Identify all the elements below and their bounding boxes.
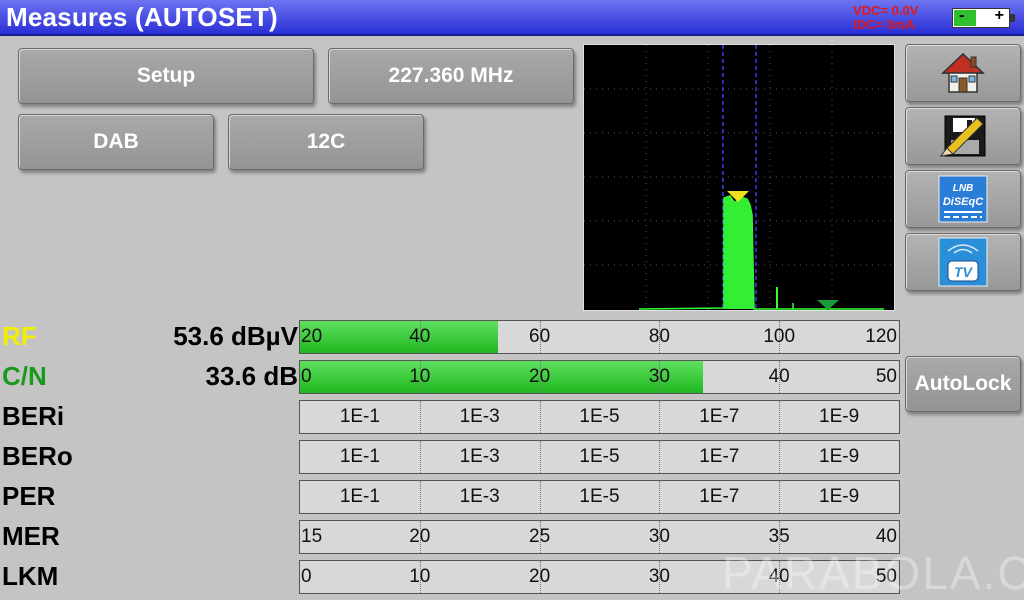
measure-bar: 0 10 20 30 40 50 — [299, 360, 900, 394]
measure-scale-label: 1E-9 — [819, 486, 860, 507]
tv-icon-label: TV — [954, 264, 974, 280]
measure-bar-gridline — [419, 481, 421, 513]
measure-scale-label: 120 — [865, 326, 897, 347]
measure-bar-gridline — [539, 401, 541, 433]
save-icon — [939, 115, 986, 157]
measure-scale-label: 40 — [768, 366, 790, 387]
measure-label-mer: MER — [2, 521, 60, 551]
measure-bar-gridline — [659, 481, 661, 513]
lnb-diseqc-button[interactable]: LNB DiSEqC — [905, 170, 1021, 228]
measure-scale-label: 60 — [529, 326, 551, 347]
measure-scale-label: 20 — [529, 366, 551, 387]
lnb-icon-line2: DiSEqC — [943, 196, 984, 208]
measure-scale-label: 35 — [768, 526, 790, 547]
measure-scale-label: 100 — [763, 326, 796, 347]
measure-scale-label: 40 — [875, 526, 897, 547]
save-button[interactable] — [905, 107, 1021, 165]
measure-label-lkm: LKM — [2, 561, 59, 591]
measure-scale-label: 30 — [648, 366, 670, 387]
measure-scale-label: 1E-7 — [699, 446, 740, 467]
measure-bar-fill — [300, 321, 498, 353]
measure-scale-label: 80 — [648, 326, 670, 347]
measure-bar-gridline — [779, 481, 781, 513]
measure-bar-gridline — [539, 441, 541, 473]
measure-scale-label: 20 — [301, 326, 323, 347]
standard-button[interactable]: DAB — [18, 114, 214, 170]
measure-scale-label: 1E-7 — [699, 486, 740, 507]
measure-scale-label: 1E-5 — [579, 406, 620, 427]
measure-scale-label: 30 — [648, 526, 670, 547]
measure-scale-label: 1E-1 — [339, 446, 380, 467]
measure-scale-label: 1E-3 — [459, 406, 500, 427]
measure-scale-label: 1E-9 — [819, 406, 860, 427]
spectrum-signal — [724, 196, 754, 309]
measure-scale-label: 20 — [529, 566, 551, 587]
measure-bar-gridline — [659, 441, 661, 473]
spectrum-graph — [584, 45, 894, 310]
idc-readout: IDC= 0mA — [853, 17, 915, 32]
channel-button[interactable]: 12C — [228, 114, 424, 170]
measure-label-per: PER — [2, 481, 56, 511]
measure-scale-label: 1E-3 — [459, 446, 500, 467]
tv-icon: TV — [938, 237, 988, 287]
measure-scale-label: 50 — [875, 366, 897, 387]
setup-button[interactable]: Setup — [18, 48, 314, 104]
measure-scale-label: 20 — [409, 526, 431, 547]
measure-value: 33.6 dB — [205, 361, 299, 391]
measure-label-beri: BERi — [2, 401, 65, 431]
power-readout: VDC= 0.0V IDC= 0mA — [853, 4, 918, 32]
spectrum-display — [583, 44, 895, 311]
battery-minus: - — [959, 7, 965, 24]
measure-scale-label: 0 — [301, 566, 312, 587]
measure-scale-label: 1E-9 — [819, 446, 860, 467]
measure-scale-label: 10 — [409, 566, 431, 587]
measure-scale-label: 1E-5 — [579, 486, 620, 507]
measure-bar-gridline — [539, 481, 541, 513]
measure-scale-label: 1E-5 — [579, 446, 620, 467]
measure-scale-label: 40 — [409, 326, 431, 347]
measure-label-rf: RF — [2, 321, 37, 351]
measure-bar-gridline — [419, 441, 421, 473]
measure-bar: 1E-1 1E-3 1E-5 1E-7 1E-9 — [299, 400, 900, 434]
autolock-button[interactable]: AutoLock — [905, 356, 1021, 412]
watermark: PARABOLA.CZ — [722, 547, 1024, 599]
measure-scale-label: 30 — [648, 566, 670, 587]
measure-bar: 20 40 60 80 100 120 — [299, 320, 900, 354]
measure-scale-label: 1E-7 — [699, 406, 740, 427]
spectrum-trace — [638, 195, 884, 310]
battery-icon: - + — [952, 7, 1015, 28]
battery-level — [954, 10, 976, 26]
measure-scale-label: 25 — [529, 526, 551, 547]
battery-plus: + — [994, 7, 1004, 24]
measure-bar-gridline — [659, 401, 661, 433]
measure-scale-label: 1E-3 — [459, 486, 500, 507]
title-bar: Measures (AUTOSET) VDC= 0.0V IDC= 0mA - … — [0, 0, 1024, 36]
measure-bar-gridline — [779, 441, 781, 473]
measure-scale-label: 1E-1 — [339, 406, 380, 427]
battery-tip — [1010, 14, 1015, 22]
lnb-icon-line1: LNB — [953, 183, 974, 194]
measure-scale-label: 1E-1 — [339, 486, 380, 507]
measure-label-bero: BERo — [2, 441, 73, 471]
measure-bar: 1E-1 1E-3 1E-5 1E-7 1E-9 — [299, 480, 900, 514]
measure-bar-fill — [300, 361, 703, 393]
tv-button[interactable]: TV — [905, 233, 1021, 291]
measure-scale-label: 10 — [409, 366, 431, 387]
measure-label-cn: C/N — [2, 361, 47, 391]
measure-scale-label: 0 — [301, 366, 312, 387]
home-icon — [941, 52, 985, 93]
measure-bar-gridline — [779, 401, 781, 433]
home-button[interactable] — [905, 44, 1021, 102]
vdc-readout: VDC= 0.0V — [853, 3, 919, 18]
page-title: Measures (AUTOSET) — [6, 2, 278, 32]
frequency-button[interactable]: 227.360 MHz — [328, 48, 574, 104]
measure-bar-gridline — [419, 401, 421, 433]
measure-bar: 1E-1 1E-3 1E-5 1E-7 1E-9 — [299, 440, 900, 474]
measure-scale-label: 15 — [301, 526, 323, 547]
lnb-diseqc-icon: LNB DiSEqC — [938, 175, 988, 223]
measure-value: 53.6 dBµV — [173, 321, 298, 351]
